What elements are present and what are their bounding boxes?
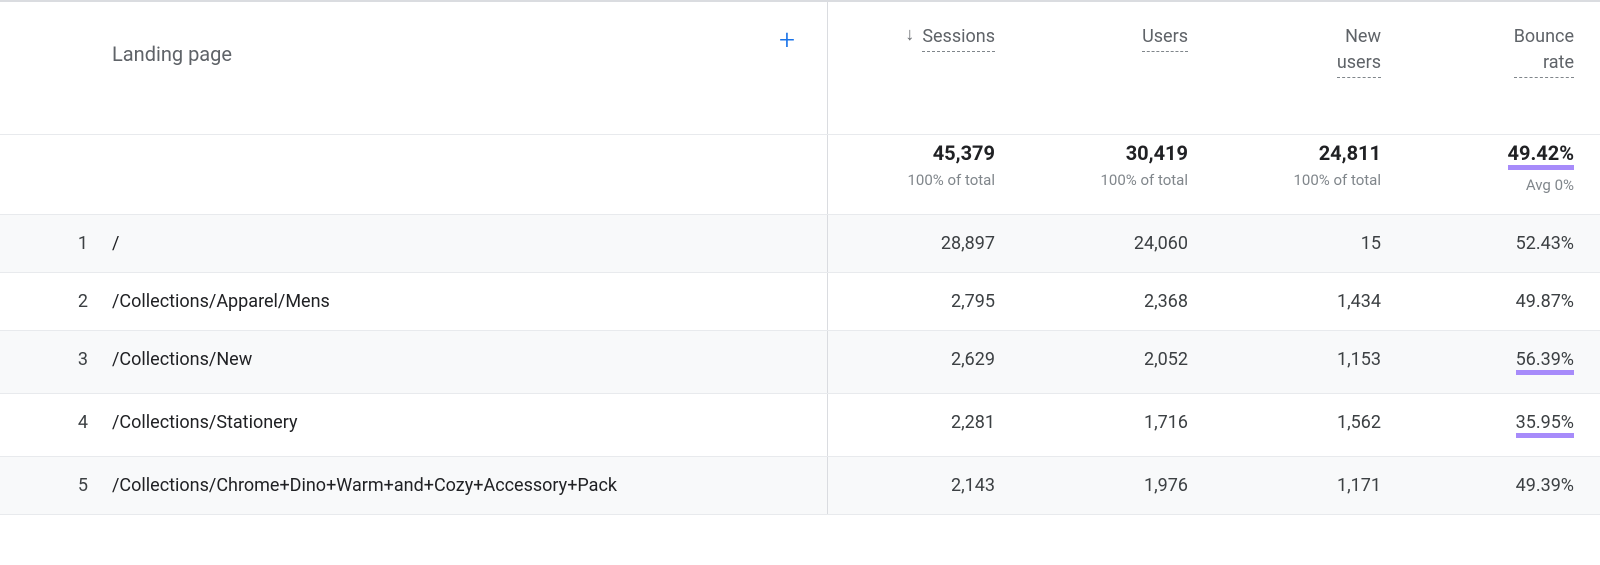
row-index: 2: [0, 273, 108, 330]
dimension-header-label: Landing page: [108, 24, 827, 84]
metric-cell: 28,897: [828, 215, 1021, 272]
row-index: 5: [0, 457, 108, 514]
metric-total-cell: 45,379 100% of total: [828, 135, 1021, 214]
metric-total-sub: 100% of total: [1224, 171, 1381, 189]
table-row: 2/Collections/Apparel/Mens2,7952,3681,43…: [0, 273, 1600, 331]
dimension-header-cell: 0 Landing page +: [0, 2, 828, 134]
metric-cell: 1,153: [1214, 331, 1407, 393]
totals-dimension-cell: [0, 135, 828, 214]
metric-cell: 2,143: [828, 457, 1021, 514]
metric-cell: 24,060: [1021, 215, 1214, 272]
metric-header-label: Users: [1142, 24, 1188, 52]
metric-header[interactable]: Users: [1021, 2, 1214, 134]
metric-cell: 2,368: [1021, 273, 1214, 330]
landing-page-path[interactable]: /Collections/Stationery: [108, 394, 827, 451]
metric-total-cell: 24,811 100% of total: [1214, 135, 1407, 214]
metric-cell: 35.95%: [1407, 394, 1600, 456]
table-row: 4/Collections/Stationery2,2811,7161,5623…: [0, 394, 1600, 457]
landing-page-path[interactable]: /: [108, 215, 827, 272]
metric-total-cell: 30,419 100% of total: [1021, 135, 1214, 214]
table-row: 3/Collections/New2,6292,0521,15356.39%: [0, 331, 1600, 394]
dimension-cell: 2/Collections/Apparel/Mens: [0, 273, 828, 330]
dimension-cell: 5/Collections/Chrome+Dino+Warm+and+Cozy+…: [0, 457, 828, 514]
sort-arrow-down-icon: ↓: [905, 24, 914, 45]
landing-page-path[interactable]: /Collections/Apparel/Mens: [108, 273, 827, 330]
dimension-cell: 1/: [0, 215, 828, 272]
metric-total-value: 30,419: [1031, 141, 1188, 165]
metric-total-value: 49.42%: [1417, 141, 1574, 170]
dimension-cell: 4/Collections/Stationery: [0, 394, 828, 456]
metric-total-sub: 100% of total: [1031, 171, 1188, 189]
landing-page-path[interactable]: /Collections/Chrome+Dino+Warm+and+Cozy+A…: [108, 457, 827, 514]
row-metrics: 2,1431,9761,17149.39%: [828, 457, 1600, 514]
metric-cell: 1,976: [1021, 457, 1214, 514]
totals-row: 45,379100% of total30,419100% of total24…: [0, 135, 1600, 215]
row-index: 3: [0, 331, 108, 388]
metric-header[interactable]: Bouncerate: [1407, 2, 1600, 134]
metric-cell: 2,052: [1021, 331, 1214, 393]
table-header-row: 0 Landing page + ↓ Sessions Users Newusers B…: [0, 2, 1600, 135]
metric-total-cell: 49.42% Avg 0%: [1407, 135, 1600, 214]
metric-cell: 52.43%: [1407, 215, 1600, 272]
metric-total-sub: 100% of total: [838, 171, 995, 189]
metric-cell: 1,171: [1214, 457, 1407, 514]
metric-cell: 1,434: [1214, 273, 1407, 330]
row-metrics: 2,6292,0521,15356.39%: [828, 331, 1600, 393]
metric-total-value: 24,811: [1224, 141, 1381, 165]
metric-cell: 49.87%: [1407, 273, 1600, 330]
metric-totals: 45,379100% of total30,419100% of total24…: [828, 135, 1600, 214]
analytics-table: 0 Landing page + ↓ Sessions Users Newusers B…: [0, 0, 1600, 515]
row-metrics: 2,7952,3681,43449.87%: [828, 273, 1600, 330]
metric-header-label: Newusers: [1337, 24, 1381, 78]
add-dimension-button[interactable]: +: [779, 26, 795, 54]
metric-cell: 2,629: [828, 331, 1021, 393]
metric-header-label: Bouncerate: [1514, 24, 1574, 78]
landing-page-path[interactable]: /Collections/New: [108, 331, 827, 388]
metric-cell: 2,281: [828, 394, 1021, 456]
metric-cell: 1,716: [1021, 394, 1214, 456]
metric-cell: 56.39%: [1407, 331, 1600, 393]
plus-icon: +: [779, 23, 795, 56]
metric-total-value: 45,379: [838, 141, 995, 165]
row-metrics: 2,2811,7161,56235.95%: [828, 394, 1600, 456]
metric-cell: 15: [1214, 215, 1407, 272]
row-metrics: 28,89724,0601552.43%: [828, 215, 1600, 272]
metric-cell: 2,795: [828, 273, 1021, 330]
row-index: 4: [0, 394, 108, 451]
table-row: 1/28,89724,0601552.43%: [0, 215, 1600, 273]
metric-total-sub: Avg 0%: [1417, 176, 1574, 194]
metric-cell: 49.39%: [1407, 457, 1600, 514]
metric-header[interactable]: Newusers: [1214, 2, 1407, 134]
metric-header[interactable]: ↓ Sessions: [828, 2, 1021, 134]
dimension-cell: 3/Collections/New: [0, 331, 828, 393]
row-index: 1: [0, 215, 108, 272]
table-row: 5/Collections/Chrome+Dino+Warm+and+Cozy+…: [0, 457, 1600, 515]
metric-header-label: Sessions: [922, 24, 995, 52]
metric-cell: 1,562: [1214, 394, 1407, 456]
metric-headers: ↓ Sessions Users Newusers Bouncerate: [828, 2, 1600, 134]
